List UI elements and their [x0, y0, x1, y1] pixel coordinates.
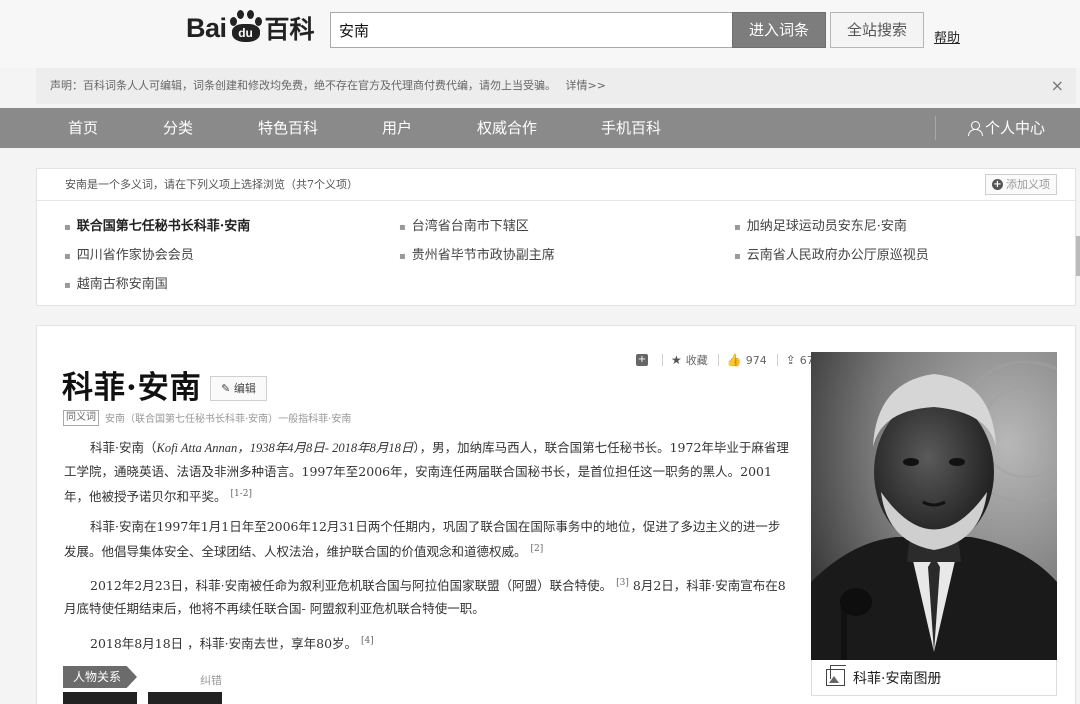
- search-input[interactable]: [330, 12, 732, 48]
- enter-entry-button[interactable]: 进入词条: [732, 12, 826, 48]
- sense-item-bijie-official[interactable]: 贵州省毕节市政协副主席: [399, 244, 555, 263]
- scrollbar[interactable]: [1076, 236, 1080, 276]
- album-label: 科菲·安南图册: [853, 670, 942, 687]
- album-link[interactable]: 科菲·安南图册: [811, 660, 1057, 696]
- logo-baike-text: 百科: [264, 15, 315, 44]
- relation-thumbnail[interactable]: [63, 692, 137, 704]
- header: Bai du 百科 进入词条 全站搜索 帮助: [0, 0, 1080, 68]
- p3-text-a: 2012年2月23日，科菲·安南被任命为叙利亚危机联合国与阿拉伯国家联盟（阿盟）…: [90, 578, 613, 594]
- user-icon: [968, 121, 983, 136]
- main-nav: 首页 分类 特色百科 用户 权威合作 手机百科 个人中心: [0, 108, 1080, 148]
- p2-text: 科菲·安南在1997年1月1日年至2006年12月31日两个任期内，巩固了联合国…: [64, 519, 781, 560]
- collect-button[interactable]: ★ 收藏: [671, 352, 708, 368]
- ref-2[interactable]: [2]: [531, 544, 544, 554]
- sense-item-un-secretary[interactable]: 联合国第七任秘书长科菲·安南: [64, 215, 251, 234]
- ref-4[interactable]: [4]: [361, 636, 374, 646]
- paragraph-4: 2018年8月18日 ，科菲·安南去世，享年80岁。 [4]: [64, 630, 789, 655]
- album-icon: [826, 665, 846, 686]
- paragraph-3: 2012年2月23日，科菲·安南被任命为叙利亚危机联合国与阿拉伯国家联盟（阿盟）…: [64, 572, 789, 620]
- site-search-button[interactable]: 全站搜索: [830, 12, 924, 48]
- help-link[interactable]: 帮助: [934, 27, 960, 46]
- p1-italic: Kofi Atta Annan，1938年4月8日- 2018年8月18日: [156, 441, 414, 455]
- paragraph-1: 科菲·安南（Kofi Atta Annan，1938年4月8日- 2018年8月…: [64, 436, 789, 508]
- notice-text: 声明：百科词条人人可编辑，词条创建和修改均免费，绝不存在官方及代理商付费代编，请…: [50, 79, 556, 92]
- star-icon: ★: [671, 353, 682, 367]
- plus-icon: +: [992, 179, 1003, 190]
- synonym-text: 安南（联合国第七任秘书长科菲·安南）一般指科菲·安南: [105, 414, 352, 425]
- collect-label: 收藏: [685, 354, 708, 367]
- paragraph-2: 科菲·安南在1997年1月1日年至2006年12月31日两个任期内，巩固了联合国…: [64, 515, 789, 563]
- nav-item-home[interactable]: 首页: [68, 108, 98, 148]
- pencil-icon: ✎: [221, 382, 231, 395]
- polysemy-box: 安南是一个多义词，请在下列义项上选择浏览（共7个义项） + 添加义项: [36, 168, 1076, 306]
- thumbs-up-icon: 👍: [726, 353, 742, 367]
- ref-3[interactable]: [3]: [616, 578, 629, 588]
- polysemy-header: 安南是一个多义词，请在下列义项上选择浏览（共7个义项）: [37, 169, 1075, 201]
- share-icon: ⇪: [785, 353, 796, 367]
- close-icon[interactable]: ×: [1051, 68, 1064, 104]
- like-count: 974: [745, 353, 767, 367]
- p1-text-a: 科菲·安南（: [90, 440, 157, 455]
- nav-item-featured[interactable]: 特色百科: [258, 108, 318, 148]
- notice-details-link[interactable]: 详情>>: [566, 79, 606, 92]
- sense-item-ghana-footballer[interactable]: 加纳足球运动员安东尼·安南: [734, 215, 907, 234]
- share-button[interactable]: ⇪ 67: [786, 353, 814, 367]
- nav-item-partners[interactable]: 权威合作: [477, 108, 537, 148]
- notice-bar: 声明：百科词条人人可编辑，词条创建和修改均免费，绝不存在官方及代理商付费代编，请…: [36, 68, 1076, 104]
- p4-text: 2018年8月18日 ，科菲·安南去世，享年80岁。: [90, 636, 358, 652]
- like-button[interactable]: 👍 974: [727, 353, 767, 367]
- add-sense-button[interactable]: + 添加义项: [985, 174, 1057, 195]
- logo-du-text: du: [231, 24, 260, 42]
- synonym-tag: 同义词: [63, 409, 99, 426]
- user-center-label: 个人中心: [985, 119, 1046, 137]
- relation-thumbnail[interactable]: [148, 692, 222, 704]
- synonym-line: 同义词 安南（联合国第七任秘书长科菲·安南）一般指科菲·安南: [63, 409, 351, 426]
- nav-item-mobile[interactable]: 手机百科: [601, 108, 661, 148]
- article-tools: + ★ 收藏 👍 974 ⇪ 67: [636, 352, 824, 368]
- ref-1-2[interactable]: [1-2]: [231, 489, 253, 499]
- paw-icon: du: [228, 10, 264, 46]
- plus-square-icon: +: [636, 354, 648, 366]
- portrait-photo[interactable]: [811, 352, 1057, 660]
- baidu-baike-logo[interactable]: Bai du 百科: [186, 6, 315, 50]
- nav-item-category[interactable]: 分类: [163, 108, 193, 148]
- edit-label: 编辑: [233, 382, 256, 395]
- sense-item-vietnam-ancient[interactable]: 越南古称安南国: [64, 273, 168, 292]
- user-center-link[interactable]: 个人中心: [968, 108, 1045, 148]
- logo-bai-text: Bai: [186, 12, 227, 43]
- correction-link[interactable]: 纠错: [200, 672, 222, 688]
- nav-item-users[interactable]: 用户: [382, 108, 412, 148]
- add-button[interactable]: +: [636, 354, 652, 366]
- nav-divider: [935, 116, 936, 140]
- relation-tab[interactable]: 人物关系: [63, 666, 137, 688]
- page-title: 科菲·安南: [62, 370, 202, 406]
- sense-item-yunnan-inspector[interactable]: 云南省人民政府办公厅原巡视员: [734, 244, 929, 263]
- add-sense-label: 添加义项: [1006, 178, 1050, 191]
- edit-button[interactable]: ✎ 编辑: [210, 376, 267, 401]
- sense-item-sichuan-writer[interactable]: 四川省作家协会会员: [64, 244, 194, 263]
- sense-item-tainan-district[interactable]: 台湾省台南市下辖区: [399, 215, 529, 234]
- portrait-image: [811, 352, 1057, 660]
